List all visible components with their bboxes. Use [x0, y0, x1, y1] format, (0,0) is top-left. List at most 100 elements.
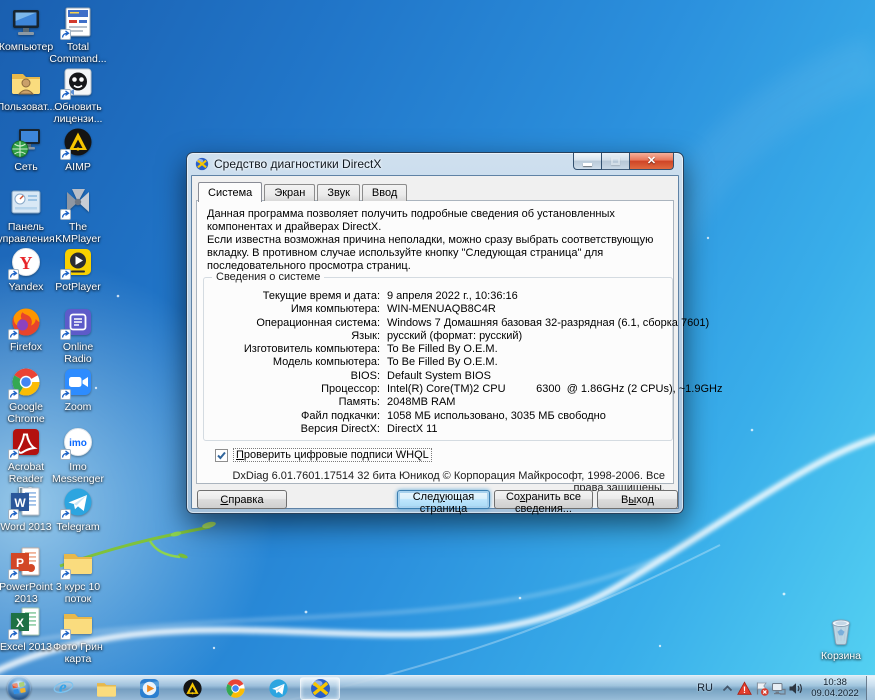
tab-input[interactable]: Ввод	[361, 184, 408, 201]
desktop-icon-label: Фото Грин карта	[53, 641, 103, 665]
system-info-group: Сведения о системе Текущие время и дата:…	[203, 271, 722, 441]
telegram-icon	[60, 485, 95, 520]
start-button[interactable]	[4, 676, 34, 700]
chrome-icon	[224, 677, 247, 700]
next-page-button[interactable]: Следующая страница	[397, 490, 490, 515]
checkbox-check-icon[interactable]	[215, 448, 228, 462]
svg-text:imo: imo	[69, 438, 87, 449]
show-desktop-button[interactable]	[866, 675, 875, 700]
tab-system[interactable]: Система	[198, 182, 263, 202]
action-center-flag-icon[interactable]	[753, 676, 770, 700]
desktop-icon-label: Excel 2013	[0, 641, 52, 653]
intro-text-2: Если известна возможная причина неполадк…	[207, 234, 654, 272]
desktop-icon-license-update[interactable]: Обновить лицензи...	[52, 65, 104, 125]
aimp-icon	[60, 125, 95, 160]
clock-date: 09.04.2022	[811, 688, 859, 699]
maximize-button	[602, 153, 629, 170]
save-all-info-button[interactable]: Сохранить все сведения...	[494, 490, 593, 515]
network-places-icon	[9, 125, 43, 159]
desktop-icon-folder[interactable]: Фото Грин карта	[52, 605, 104, 665]
desktop-icon-excel[interactable]: X Excel 2013	[0, 605, 52, 665]
tab-strip: Система Экран Звук Ввод	[198, 182, 409, 202]
total-commander-icon	[60, 5, 95, 40]
excel-icon: X	[8, 605, 43, 640]
desktop-icon-kmplayer[interactable]: The KMPlayer	[52, 185, 104, 245]
info-label: Текущие время и дата:	[262, 290, 380, 302]
desktop-icon-imo[interactable]: imo Imo Messenger	[52, 425, 104, 485]
desktop-icon-telegram[interactable]: Telegram	[52, 485, 104, 545]
taskbar-button-telegram[interactable]	[257, 676, 300, 700]
recycle-bin-icon	[823, 612, 859, 648]
title-bar[interactable]: Средство диагностики DirectX ✕	[187, 153, 683, 175]
desktop-icon-control-panel[interactable]: Панель управления	[0, 185, 55, 245]
desktop-icon-powerpoint[interactable]: P PowerPoint 2013	[0, 545, 53, 605]
info-row: Файл подкачки: 1058 МБ использовано, 3035…	[204, 410, 672, 423]
exit-button[interactable]: Выход	[597, 490, 678, 509]
taskbar-button-explorer[interactable]	[85, 676, 128, 700]
intro-text-1: Данная программа позволяет получить подр…	[207, 208, 615, 233]
info-label: Файл подкачки:	[300, 409, 380, 422]
imo-icon: imo	[60, 425, 95, 460]
shortcut-arrow-icon	[60, 389, 71, 400]
desktop-icon-network-places[interactable]: Сеть	[0, 125, 52, 185]
network-icon[interactable]	[770, 676, 787, 700]
taskbar-button-aimp[interactable]	[171, 676, 214, 700]
tab-display[interactable]: Экран	[264, 184, 316, 201]
desktop-icon-computer[interactable]: Компьютер	[0, 5, 53, 65]
desktop-icon-label: Сеть	[14, 161, 38, 173]
desktop-icon-label: Total Command...	[49, 41, 107, 65]
window-title: Средство диагностики DirectX	[214, 157, 382, 171]
desktop-icon-folder[interactable]: 3 курс 10 поток	[52, 545, 104, 605]
desktop-icon-total-commander[interactable]: Total Command...	[49, 5, 107, 65]
help-button[interactable]: Справка	[197, 490, 287, 509]
desktop-icon-chrome[interactable]: Google Chrome	[0, 365, 52, 425]
info-label: Память:	[338, 396, 380, 409]
desktop-icon-users-folder[interactable]: Пользоват...	[0, 65, 55, 125]
warning-icon[interactable]: !	[736, 676, 753, 700]
desktop-icon-recycle-bin[interactable]: Корзина	[818, 612, 864, 662]
taskbar-button-dxdiag[interactable]	[300, 676, 340, 700]
info-value: 2048MB RAM	[387, 396, 456, 409]
svg-text:Y: Y	[20, 253, 33, 273]
license-update-icon	[60, 65, 95, 100]
volume-icon[interactable]	[787, 676, 804, 700]
shortcut-arrow-icon	[60, 449, 71, 460]
info-value: Windows 7 Домашняя базовая 32-разрядная …	[387, 316, 710, 329]
svg-text:P: P	[16, 556, 24, 570]
taskbar-apps: e	[42, 676, 340, 700]
minimize-button[interactable]	[573, 153, 602, 170]
taskbar-clock[interactable]: 10:38 09.04.2022	[807, 677, 863, 699]
desktop-icon-word[interactable]: W Word 2013	[0, 485, 52, 545]
desktop-icon-zoom[interactable]: Zoom	[52, 365, 104, 425]
info-label: Модель компьютера:	[272, 356, 380, 369]
taskbar-button-wmp[interactable]	[128, 676, 171, 700]
hidden-icons-icon[interactable]	[719, 676, 736, 700]
desktop-icon-aimp[interactable]: AIMP	[52, 125, 104, 185]
tab-sound[interactable]: Звук	[317, 184, 360, 201]
desktop-icon-label: Word 2013	[0, 521, 52, 533]
desktop-icon-label: Панель управления	[0, 221, 55, 245]
desktop-icon-online-radio[interactable]: Online Radio	[52, 305, 104, 365]
svg-text:!: !	[743, 685, 746, 695]
desktop-icon-yandex[interactable]: Y Yandex	[0, 245, 52, 305]
whql-checkbox[interactable]: Проверить цифровые подписи WHQL	[215, 448, 432, 462]
info-row: Изготовитель компьютера: To Be Filled By …	[204, 343, 672, 356]
desktop-icon-potplayer[interactable]: PotPlayer	[52, 245, 104, 305]
chrome-icon	[8, 365, 43, 400]
info-value: Default System BIOS	[387, 369, 491, 382]
taskbar-button-chrome[interactable]	[214, 676, 257, 700]
close-button[interactable]: ✕	[629, 153, 674, 170]
shortcut-arrow-icon	[8, 449, 19, 460]
dialog-client-area: Система Экран Звук Ввод Данная программа…	[191, 175, 722, 515]
taskbar-button-ie[interactable]: e	[42, 676, 85, 700]
info-label: Язык:	[351, 329, 380, 342]
group-title: Сведения о системе	[212, 271, 325, 283]
desktop-icon-firefox[interactable]: Firefox	[0, 305, 52, 365]
info-row: Язык: русский (формат: русский)	[204, 330, 672, 343]
desktop-icon-label: Корзина	[821, 650, 861, 662]
aimp-icon	[181, 677, 204, 700]
language-indicator[interactable]: RU	[691, 682, 719, 694]
desktop-icon-label: Yandex	[8, 281, 44, 293]
shortcut-arrow-icon	[8, 569, 19, 580]
desktop-icon-acrobat[interactable]: Acrobat Reader DC	[0, 425, 52, 497]
